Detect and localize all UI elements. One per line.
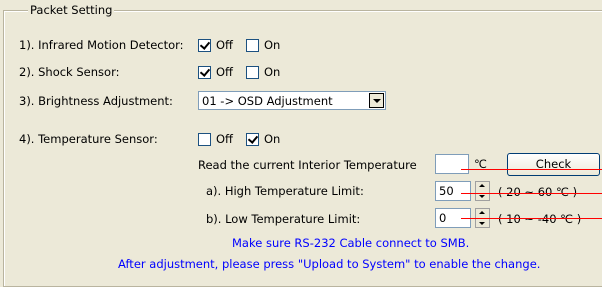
- shock-on-checkbox[interactable]: [246, 66, 259, 79]
- low-limit-value: 0: [439, 211, 447, 225]
- group-title: Packet Setting: [28, 3, 115, 17]
- infrared-label: 1). Infrared Motion Detector:: [19, 38, 184, 52]
- low-limit-range: ( 10 ~ -40 ℃ ): [498, 212, 582, 226]
- shock-off-checkbox[interactable]: [198, 66, 211, 79]
- high-limit-label: a). High Temperature Limit:: [206, 184, 364, 198]
- brightness-select-value: 01 -> OSD Adjustment: [202, 94, 333, 108]
- temperature-on-label: On: [264, 132, 281, 146]
- shock-on-label: On: [264, 65, 281, 79]
- temperature-label: 4). Temperature Sensor:: [19, 132, 158, 146]
- temperature-off-label: Off: [216, 132, 233, 146]
- infrared-off-checkbox[interactable]: [198, 39, 211, 52]
- current-temp-field[interactable]: [435, 154, 469, 174]
- note-upload: After adjustment, please press "Upload t…: [118, 257, 541, 271]
- high-limit-range: ( 20 ~ 60 ℃ ): [498, 185, 578, 199]
- high-limit-value: 50: [439, 184, 454, 198]
- brightness-label: 3). Brightness Adjustment:: [19, 94, 173, 108]
- note-rs232: Make sure RS-232 Cable connect to SMB.: [232, 236, 470, 250]
- read-temp-label: Read the current Interior Temperature: [198, 158, 417, 172]
- chevron-down-icon[interactable]: [369, 93, 384, 108]
- annotation-line: [461, 218, 602, 219]
- temperature-on-checkbox[interactable]: [246, 133, 259, 146]
- high-limit-spinner[interactable]: [475, 181, 490, 201]
- temperature-off-checkbox[interactable]: [198, 133, 211, 146]
- shock-off-label: Off: [216, 65, 233, 79]
- annotation-line: [461, 193, 602, 194]
- low-limit-label: b). Low Temperature Limit:: [206, 212, 361, 226]
- brightness-select[interactable]: 01 -> OSD Adjustment: [198, 91, 386, 110]
- infrared-off-label: Off: [216, 38, 233, 52]
- infrared-on-label: On: [264, 38, 281, 52]
- check-button[interactable]: Check: [507, 153, 600, 176]
- annotation-line: [461, 169, 602, 170]
- infrared-on-checkbox[interactable]: [246, 39, 259, 52]
- high-limit-field[interactable]: 50: [435, 181, 471, 201]
- shock-label: 2). Shock Sensor:: [19, 65, 120, 79]
